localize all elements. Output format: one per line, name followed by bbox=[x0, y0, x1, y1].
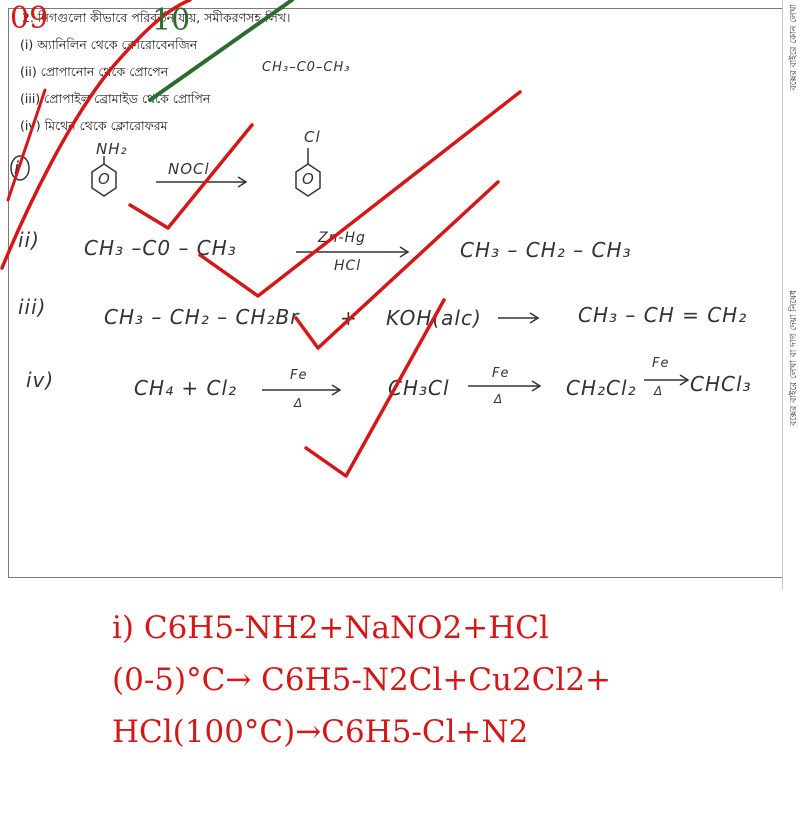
question-part-iv: (iv) মিথেন থেকে ক্লোরোফরম bbox=[20, 118, 168, 133]
label-ii: ii) bbox=[18, 228, 40, 252]
margin-note-propanone: CH₃–C0–CH₃ bbox=[262, 60, 351, 75]
margin-note-top: বক্সের বাইরে কোন লেখা bbox=[789, 4, 799, 91]
score-red: 09 bbox=[10, 1, 49, 36]
question-part-i: (i) অ্যানিলিন থেকে ক্লোরোবেনজিন bbox=[20, 37, 198, 52]
answer-line-2: (0-5)°C→ C6H5-N2Cl+Cu2Cl2+ bbox=[112, 662, 612, 698]
cond-fe-3: Fe bbox=[652, 356, 670, 371]
answer-line-1: i) C6H5-NH2+NaNO2+HCl bbox=[112, 610, 549, 646]
dichloromethane: CH₂Cl₂ bbox=[566, 376, 637, 400]
label-i: i bbox=[14, 158, 21, 179]
question-part-iii: (iii) প্রোপাইল ব্রোমাইড থেকে প্রোপিন bbox=[20, 91, 211, 106]
propanone-formula: CH₃ –C0 – CH₃ bbox=[84, 236, 237, 260]
right-margin-strip: বক্সের বাইরে কোন লেখা বক্সের বাইরে লেখা … bbox=[782, 0, 800, 590]
reagent-hcl: HCl bbox=[334, 258, 362, 274]
question-part-ii: (ii) প্রোপানোন থেকে প্রোপেন bbox=[20, 64, 169, 79]
cond-delta-2: Δ bbox=[494, 392, 504, 406]
answer-line-3: HCl(100°C)→C6H5-Cl+N2 bbox=[112, 714, 529, 750]
reagent-zn-hg: Zn-Hg bbox=[318, 230, 366, 246]
label-iv: iv) bbox=[26, 368, 55, 392]
plus-sign-iii: + bbox=[340, 306, 358, 330]
reagent-nocl: NOCl bbox=[168, 160, 210, 178]
cond-fe-2: Fe bbox=[492, 366, 510, 381]
chloromethane: CH₃Cl bbox=[388, 376, 450, 400]
margin-note-bottom: বক্সের বাইরে লেখা বা দাগ দেয়া নিষেধ bbox=[789, 290, 799, 426]
label-iii: iii) bbox=[18, 295, 47, 319]
methane-chlorine: CH₄ + Cl₂ bbox=[134, 376, 238, 400]
benzene-ring-mark-right: O bbox=[302, 170, 315, 188]
reagent-koh-alc: KOH(alc) bbox=[386, 306, 482, 330]
propene-formula: CH₃ – CH = CH₂ bbox=[578, 303, 748, 327]
benzene-ring-mark-left: O bbox=[98, 170, 111, 188]
propyl-bromide-formula: CH₃ – CH₂ – CH₂Br bbox=[104, 305, 300, 329]
propane-formula: CH₃ – CH₂ – CH₃ bbox=[460, 238, 632, 262]
answer-sheet: বক্সের বাইরে কোন লেখা বক্সের বাইরে লেখা … bbox=[0, 0, 800, 825]
score-green: 10 bbox=[152, 3, 191, 38]
cond-delta-3: Δ bbox=[654, 384, 664, 398]
chloroform: CHCl₃ bbox=[690, 372, 752, 396]
product-cl: Cl bbox=[304, 128, 321, 146]
cond-delta-1: Δ bbox=[294, 396, 304, 410]
aniline-nh2: NH₂ bbox=[96, 140, 128, 158]
cond-fe-1: Fe bbox=[290, 368, 308, 383]
